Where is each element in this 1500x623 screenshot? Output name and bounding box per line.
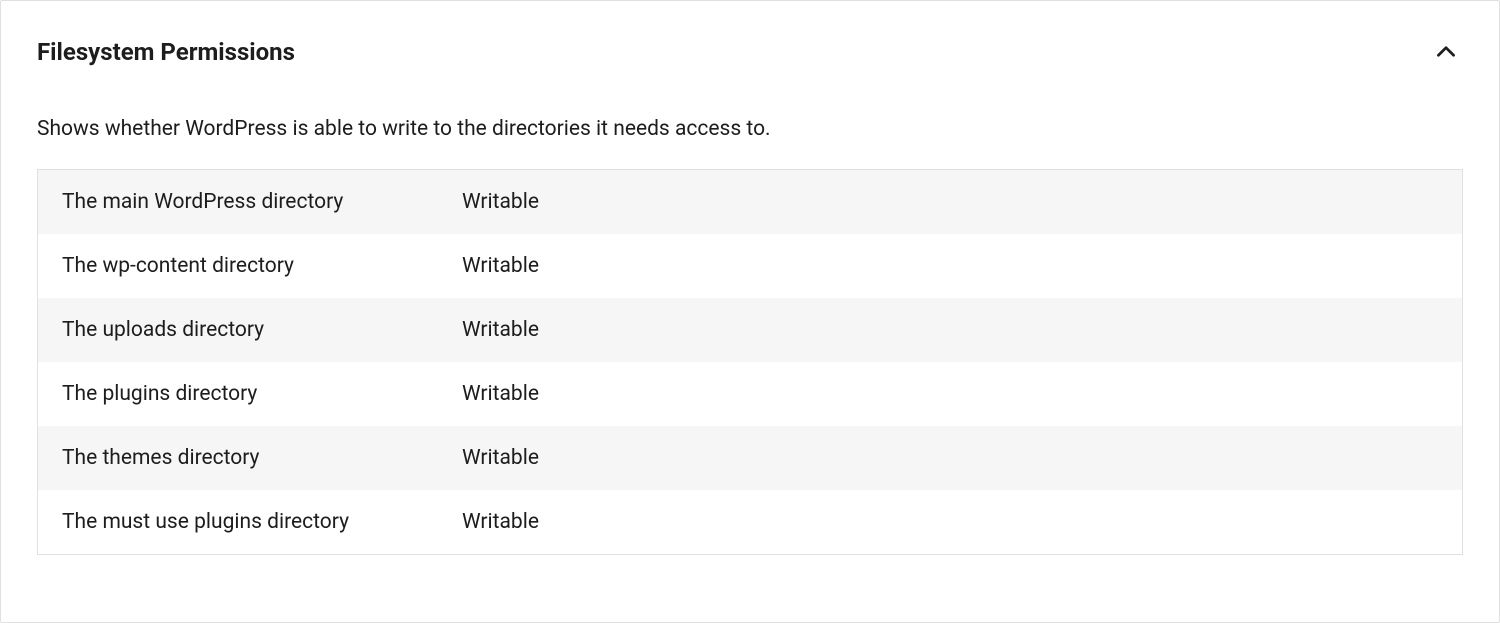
directory-label: The wp-content directory xyxy=(62,254,462,278)
directory-status: Writable xyxy=(462,254,1438,278)
table-row: The main WordPress directory Writable xyxy=(38,170,1462,234)
permissions-table: The main WordPress directory Writable Th… xyxy=(37,169,1463,555)
panel-header: Filesystem Permissions xyxy=(1,1,1499,69)
directory-label: The must use plugins directory xyxy=(62,510,462,534)
panel-title: Filesystem Permissions xyxy=(37,38,295,66)
directory-status: Writable xyxy=(462,510,1438,534)
directory-label: The main WordPress directory xyxy=(62,190,462,214)
directory-status: Writable xyxy=(462,446,1438,470)
panel-description: Shows whether WordPress is able to write… xyxy=(1,69,1499,169)
directory-status: Writable xyxy=(462,190,1438,214)
chevron-up-icon xyxy=(1433,39,1459,65)
filesystem-permissions-panel: Filesystem Permissions Shows whether Wor… xyxy=(0,0,1500,623)
directory-status: Writable xyxy=(462,382,1438,406)
collapse-button[interactable] xyxy=(1429,35,1463,69)
directory-status: Writable xyxy=(462,318,1438,342)
table-row: The must use plugins directory Writable xyxy=(38,490,1462,554)
directory-label: The uploads directory xyxy=(62,318,462,342)
table-row: The themes directory Writable xyxy=(38,426,1462,490)
directory-label: The themes directory xyxy=(62,446,462,470)
table-row: The uploads directory Writable xyxy=(38,298,1462,362)
directory-label: The plugins directory xyxy=(62,382,462,406)
table-row: The wp-content directory Writable xyxy=(38,234,1462,298)
table-row: The plugins directory Writable xyxy=(38,362,1462,426)
